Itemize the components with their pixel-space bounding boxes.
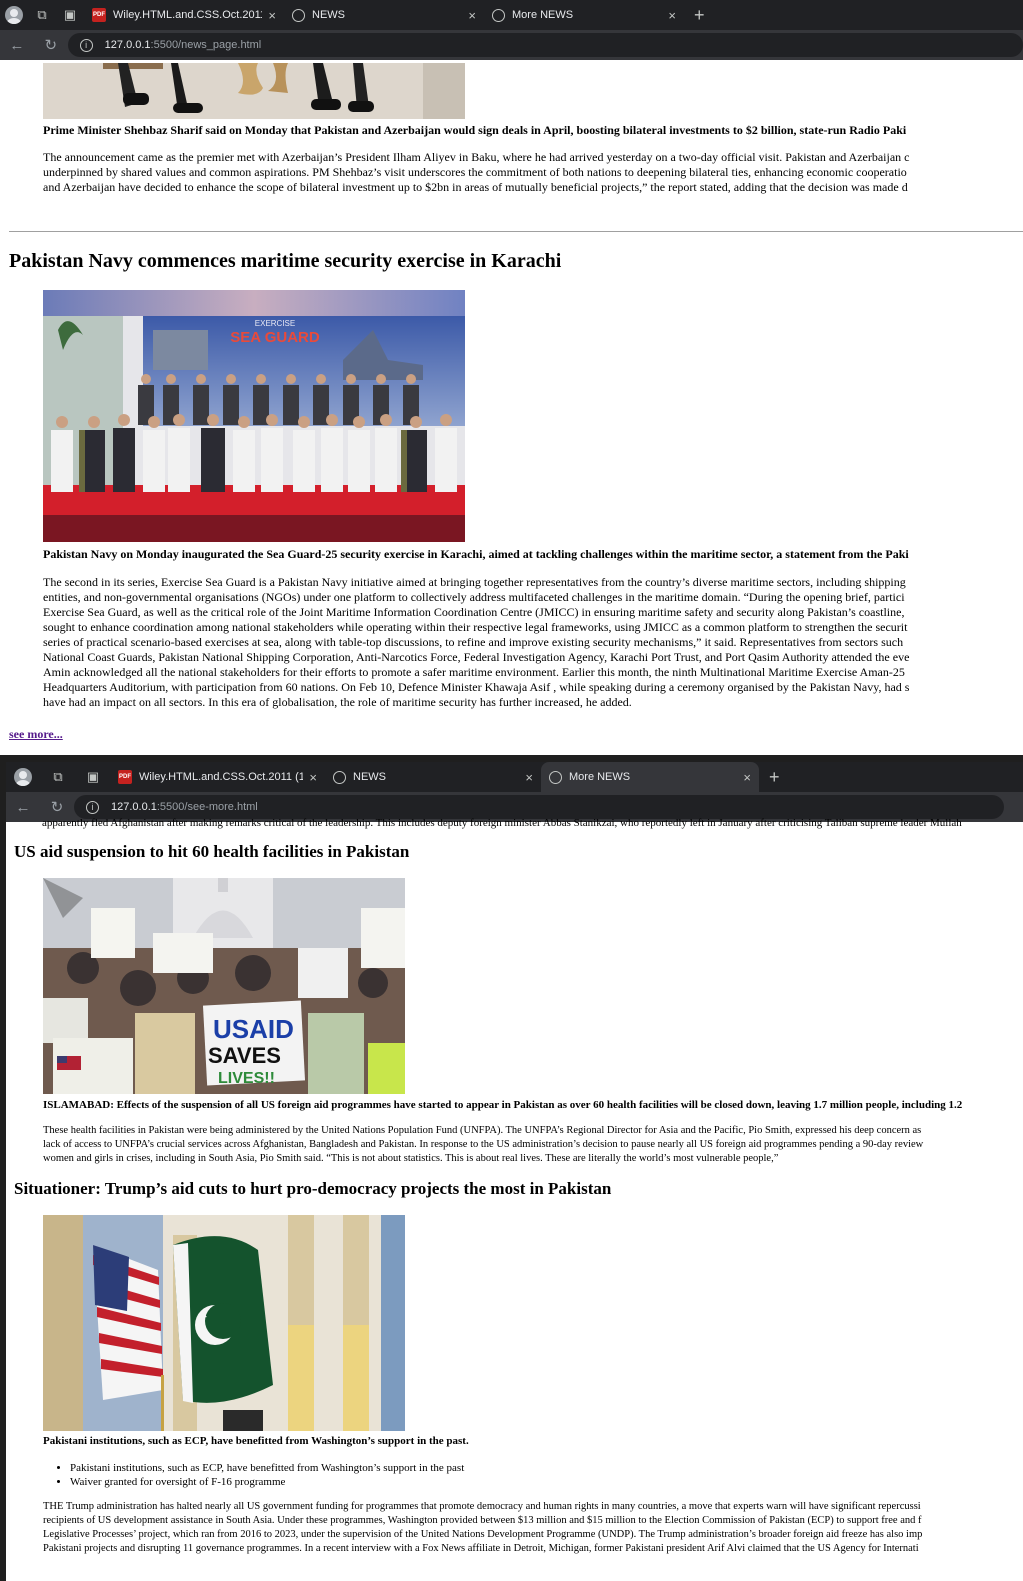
body-line: The second in its series, Exercise Sea G… [43,575,906,589]
new-tab-button[interactable]: + [759,767,790,788]
bullet-item: Pakistani institutions, such as ECP, hav… [70,1461,970,1475]
tab-title: More NEWS [512,9,574,21]
body-line: women and girls in crises, including in … [43,1153,779,1164]
see-more-link[interactable]: see more... [9,727,63,742]
browser-window-news: ⧉ ▣ PDF Wiley.HTML.and.CSS.Oct.2011 (1) … [0,0,1023,760]
url-host: 127.0.0.1 [104,39,151,51]
globe-icon [549,770,562,784]
url-host: 127.0.0.1 [111,801,157,813]
tab-pdf[interactable]: PDF Wiley.HTML.and.CSS.Oct.2011 (1) × [110,762,325,792]
new-tab-button[interactable]: + [684,5,715,26]
url-field[interactable]: i 127.0.0.1:5500/news_page.html [67,33,1023,57]
bullet-item: Waiver granted for oversight of F-16 pro… [70,1475,970,1489]
article-separator [9,231,1023,232]
article-lead: Pakistan Navy on Monday inaugurated the … [43,547,909,561]
pdf-icon: PDF [92,8,106,22]
close-icon[interactable]: × [668,8,676,23]
tab-title: NEWS [353,771,386,783]
article-headline: Situationer: Trump’s aid cuts to hurt pr… [14,1179,612,1198]
article-body: The second in its series, Exercise Sea G… [43,575,1023,710]
body-line: Pakistani projects and disrupting 11 gov… [43,1543,919,1554]
globe-icon [492,8,505,22]
close-icon[interactable]: × [743,770,751,785]
profile-icon[interactable] [0,0,28,30]
body-line: Headquarters Auditorium, with participat… [43,680,910,694]
close-icon[interactable]: × [309,770,317,785]
profile-icon[interactable] [6,762,40,792]
body-line: recipients of US development assistance … [43,1515,922,1526]
body-line: Legislative Processes’ project, which ra… [43,1529,923,1540]
reload-icon[interactable]: ↻ [34,36,68,54]
body-line: Amin acknowledged all the national stake… [43,665,905,679]
article-image-sea-guard: EXERCISE SEA GUARD [43,290,465,542]
close-icon[interactable]: × [468,8,476,23]
globe-icon [333,770,346,784]
article-headline: US aid suspension to hit 60 health facil… [14,842,410,861]
tab-title: More NEWS [569,771,631,783]
article-body: These health facilities in Pakistan were… [43,1124,1023,1166]
cutoff-line: apparently fled Afghanistan after making… [42,816,1022,831]
info-icon[interactable]: i [86,800,99,814]
tab-more-news[interactable]: More NEWS × [484,0,684,30]
body-line: and Azerbaijan have decided to enhance t… [43,180,908,194]
body-line: These health facilities in Pakistan were… [43,1125,922,1136]
sign-text: USAID [213,1014,294,1044]
body-line: entities, and non-governmental organisat… [43,590,905,604]
tab-strip: ⧉ ▣ PDF Wiley.HTML.and.CSS.Oct.2011 (1) … [0,0,1023,30]
back-icon[interactable]: ← [6,799,40,816]
close-icon[interactable]: × [525,770,533,785]
banner-text: EXERCISE [255,319,295,328]
svg-text:SAVES: SAVES [208,1043,281,1068]
workspaces-icon[interactable]: ⧉ [40,762,76,792]
article-image-flags [43,1215,405,1431]
body-line: The announcement came as the premier met… [43,150,910,164]
tab-pdf[interactable]: PDF Wiley.HTML.and.CSS.Oct.2011 (1) × [84,0,284,30]
svg-text:LIVES!!: LIVES!! [218,1070,275,1087]
body-line: Exercise Sea Guard, as well as the criti… [43,605,905,619]
reload-icon[interactable]: ↻ [40,798,74,816]
article-lead: Pakistani institutions, such as ECP, hav… [43,1435,469,1447]
tab-title: Wiley.HTML.and.CSS.Oct.2011 (1) [113,9,263,21]
browser-window-more-news: ⧉ ▣ PDF Wiley.HTML.and.CSS.Oct.2011 (1) … [0,762,1023,1581]
tab-more-news[interactable]: More NEWS × [541,762,759,792]
article-body: THE Trump administration has halted near… [43,1500,1023,1556]
article-headline: Pakistan Navy commences maritime securit… [9,250,562,272]
globe-icon [292,8,305,22]
body-line: apparently fled Afghanistan after making… [42,817,962,829]
article-body: The announcement came as the premier met… [43,150,1023,195]
tab-title: NEWS [312,9,345,21]
article-bullets: Pakistani institutions, such as ECP, hav… [10,1461,970,1489]
back-icon[interactable]: ← [0,37,34,54]
url-path: :5500/see-more.html [156,801,258,813]
body-line: lack of access to UNFPA’s crucial servic… [43,1139,924,1150]
body-line: underpinned by shared values and common … [43,165,907,179]
url-path: :5500/news_page.html [150,39,262,51]
page-content: apparently fled Afghanistan after making… [6,817,1023,1581]
body-line: have had an impact on all sectors. In th… [43,695,632,709]
article-lead: Prime Minister Shehbaz Sharif said on Mo… [43,123,907,137]
workspaces-icon[interactable]: ⧉ [28,0,56,30]
banner-text: SEA GUARD [230,329,320,346]
tab-actions-icon[interactable]: ▣ [76,762,110,792]
article-image-usaid-protest: USAID SAVES LIVES!! [43,878,405,1094]
body-line: series of practical scenario-based exerc… [43,635,904,649]
body-line: THE Trump administration has halted near… [43,1501,921,1512]
info-icon[interactable]: i [79,38,93,52]
tab-actions-icon[interactable]: ▣ [56,0,84,30]
body-line: National Coast Guards, Pakistan National… [43,650,910,664]
address-bar: ← ↻ i 127.0.0.1:5500/news_page.html [0,30,1023,60]
tab-news[interactable]: NEWS × [284,0,484,30]
close-icon[interactable]: × [268,8,276,23]
pdf-icon: PDF [118,770,132,784]
page-content: Prime Minister Shehbaz Sharif said on Mo… [0,60,1023,760]
body-line: sought to enhance coordination among nat… [43,620,908,634]
tab-strip: ⧉ ▣ PDF Wiley.HTML.and.CSS.Oct.2011 (1) … [6,762,1023,792]
article-image-meeting [43,63,465,119]
tab-title: Wiley.HTML.and.CSS.Oct.2011 (1) [139,771,304,783]
tab-news[interactable]: NEWS × [325,762,541,792]
article-lead: ISLAMABAD: Effects of the suspension of … [43,1099,963,1111]
